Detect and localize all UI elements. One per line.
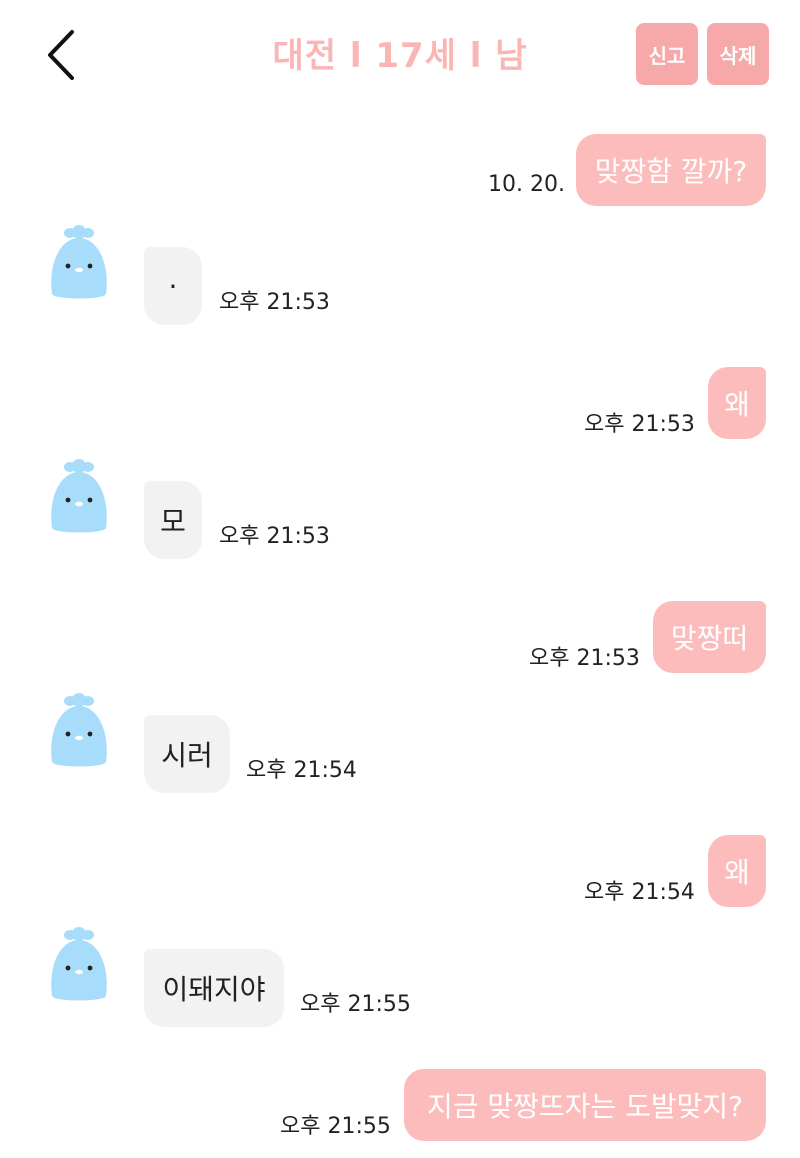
avatar-icon xyxy=(51,459,107,533)
report-button[interactable]: 신고 xyxy=(636,23,698,85)
their-message-bubble[interactable]: 시러 xyxy=(144,715,230,793)
message-time: 10. 20. xyxy=(488,172,565,197)
message-time: 오후 21:54 xyxy=(584,880,695,905)
my-message-bubble[interactable]: 맞짱함 깔까? xyxy=(576,134,766,206)
delete-button[interactable]: 삭제 xyxy=(707,23,769,85)
message-time: 오후 21:53 xyxy=(219,290,330,315)
avatar-icon xyxy=(51,225,107,299)
their-message-bubble[interactable]: 이돼지야 xyxy=(144,949,284,1027)
their-message-bubble[interactable]: · xyxy=(144,247,202,325)
avatar-icon xyxy=(51,693,107,767)
my-message-bubble[interactable]: 맞짱떠 xyxy=(653,601,766,673)
chat-header: 대전 l 17세 l 남 신고 삭제 xyxy=(0,0,800,110)
my-message-bubble[interactable]: 왜 xyxy=(708,367,766,439)
message-time: 오후 21:53 xyxy=(219,524,330,549)
message-time: 오후 21:53 xyxy=(584,412,695,437)
message-time: 오후 21:54 xyxy=(246,758,357,783)
my-message-bubble[interactable]: 왜 xyxy=(708,835,766,907)
their-message-bubble[interactable]: 모 xyxy=(144,481,202,559)
message-time: 오후 21:55 xyxy=(280,1114,391,1139)
avatar-icon xyxy=(51,927,107,1001)
my-message-bubble[interactable]: 지금 맞짱뜨자는 도발맞지? xyxy=(404,1069,766,1141)
message-time: 오후 21:53 xyxy=(529,646,640,671)
message-time: 오후 21:55 xyxy=(300,992,411,1017)
